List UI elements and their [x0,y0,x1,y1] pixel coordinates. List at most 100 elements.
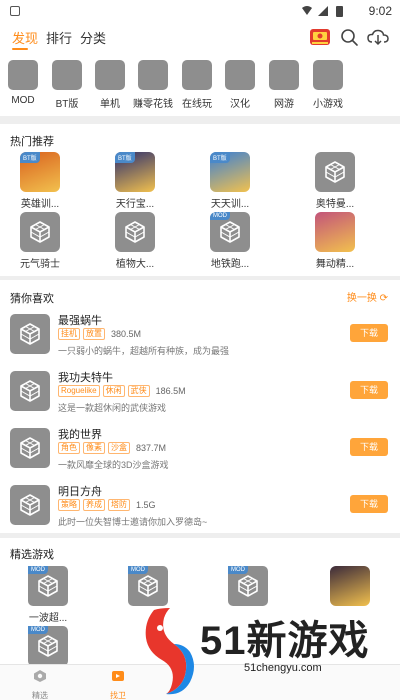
game-tag: 塔防 [108,499,130,511]
tag-list: 策略 养成 塔防 1.5G [58,499,156,511]
guess-section: 猜你喜欢 换一换 ⟳ 最强蜗牛 挂机 放置 380.5M 一只弱小的蜗牛，超越所有种… [0,280,400,533]
hot-game-item[interactable]: 奥特曼... [305,152,365,210]
search-icon[interactable] [337,25,361,49]
category-standalone[interactable]: 单机 [88,60,132,110]
version-badge: BT版 [210,152,230,163]
category-mod[interactable]: MOD [1,60,45,106]
home-icon [34,670,46,682]
selected-game-item[interactable]: MOD 一波超... [20,566,76,624]
category-icon [225,60,255,90]
tag-list: Roguelike 休闲 武侠 186.5M [58,385,186,397]
list-item[interactable]: 我功夫特牛 Roguelike 休闲 武侠 186.5M 这是一款超休闲的武侠游戏 下… [0,369,400,419]
game-icon [112,671,124,681]
game-icon: MOD [28,566,68,606]
cube-placeholder-icon [20,494,40,516]
game-size: 380.5M [111,329,142,339]
category-online-play[interactable]: 在线玩 [175,60,219,110]
game-label: 元气骑士 [20,259,60,270]
hot-game-item[interactable]: 植物大... [105,212,165,270]
watermark-emblem-icon [145,608,194,695]
game-tag: 休闲 [102,385,125,397]
list-item[interactable]: 最强蜗牛 挂机 放置 380.5M 一只弱小的蜗牛，超越所有种族，成为最强 下载 [0,312,400,362]
tab-category[interactable]: 分类 [80,28,106,47]
selected-game-item[interactable]: MOD [20,626,76,666]
game-icon: BT版 [115,152,155,192]
section-title: 精选游戏 [10,549,54,561]
version-badge: MOD [128,566,148,574]
game-tag: 像素 [83,442,105,454]
game-tag: 角色 [58,442,80,454]
cube-placeholder-icon [125,221,145,243]
game-name: 明日方舟 [58,486,102,498]
game-label: 地铁跑... [210,259,250,270]
cube-placeholder-icon [238,575,258,597]
category-earn-money[interactable]: 赚零花钱 [131,60,175,110]
refresh-button[interactable]: 换一换 ⟳ [347,289,388,304]
game-tag: 策略 [58,499,80,511]
category-label: 网游 [274,99,294,110]
selected-game-item[interactable]: MOD [220,566,276,606]
game-description: 一款风靡全球的3D沙盒游戏 [58,460,169,470]
game-icon [10,485,50,525]
download-button[interactable]: 下载 [350,438,388,456]
game-icon: BT版 [20,152,60,192]
category-mini-games[interactable]: 小游戏 [306,60,350,110]
download-button[interactable]: 下载 [350,381,388,399]
category-bar: MOD BT版 单机 赚零花钱 在线玩 汉化 网游 小游戏 [0,52,400,116]
hot-game-item[interactable]: BT版 天行宝... [105,152,165,210]
category-bt[interactable]: BT版 [45,60,89,110]
game-icon: BT版 [210,152,250,192]
signal-battery-icons [302,6,343,17]
hot-game-item[interactable]: 元气骑士 [10,212,70,270]
cube-placeholder-icon [138,575,158,597]
game-description: 此时一位失智博士邀请你加入罗德岛~ [58,517,208,527]
category-label: 赚零花钱 [133,99,173,110]
tab-discover[interactable]: 发现 [12,28,38,47]
notification-icon [10,6,20,16]
refresh-icon: ⟳ [379,293,388,304]
category-icon [95,60,125,90]
section-title: 热门推荐 [10,136,54,148]
hot-section: 热门推荐 BT版 英雄训... BT版 天行宝... BT版 天天训... 奥特曼... … [0,124,400,276]
list-item[interactable]: 我的世界 角色 像素 沙盒 837.7M 一款风靡全球的3D沙盒游戏 下载 [0,426,400,476]
download-button[interactable]: 下载 [350,324,388,342]
gift-icon[interactable] [308,25,332,49]
game-tag: 放置 [83,328,105,340]
category-online-games[interactable]: 网游 [262,60,306,110]
cube-placeholder-icon [20,437,40,459]
game-tag: Roguelike [58,385,100,397]
game-name: 最强蜗牛 [58,315,102,327]
nav-find[interactable]: 找卫 [98,669,138,700]
cube-placeholder-icon [38,635,58,657]
game-label: 植物大... [115,259,155,270]
category-chinese[interactable]: 汉化 [218,60,262,110]
selected-game-item[interactable] [322,566,378,606]
cube-placeholder-icon [30,221,50,243]
selected-game-item[interactable]: MOD [120,566,176,606]
game-icon [10,314,50,354]
game-name: 我的世界 [58,429,102,441]
game-icon: MOD [128,566,168,606]
list-item[interactable]: 明日方舟 策略 养成 塔防 1.5G 此时一位失智博士邀请你加入罗德岛~ 下载 [0,483,400,533]
refresh-label: 换一换 [346,293,377,304]
status-bar: 9:02 [0,0,400,22]
game-icon [10,428,50,468]
category-icon [182,60,212,90]
hot-game-item[interactable]: 舞动精... [305,212,365,270]
cube-placeholder-icon [38,575,58,597]
category-label: BT版 [55,99,79,110]
watermark-brand: 51新游戏 [200,619,370,663]
hot-game-item[interactable]: MOD 地铁跑... [200,212,260,270]
download-cloud-icon[interactable] [366,25,390,49]
game-tag: 武侠 [127,385,150,397]
game-icon [20,212,60,252]
cube-placeholder-icon [325,161,345,183]
watermark-url: 51chengyu.com [244,662,322,674]
hot-game-item[interactable]: BT版 英雄训... [10,152,70,210]
download-button[interactable]: 下载 [350,495,388,513]
nav-featured[interactable]: 精选 [20,669,60,700]
tab-ranking[interactable]: 排行 [46,28,72,47]
hot-game-item[interactable]: BT版 天天训... [200,152,260,210]
nav-label: 找卫 [110,691,126,700]
category-label: 小游戏 [313,99,343,110]
